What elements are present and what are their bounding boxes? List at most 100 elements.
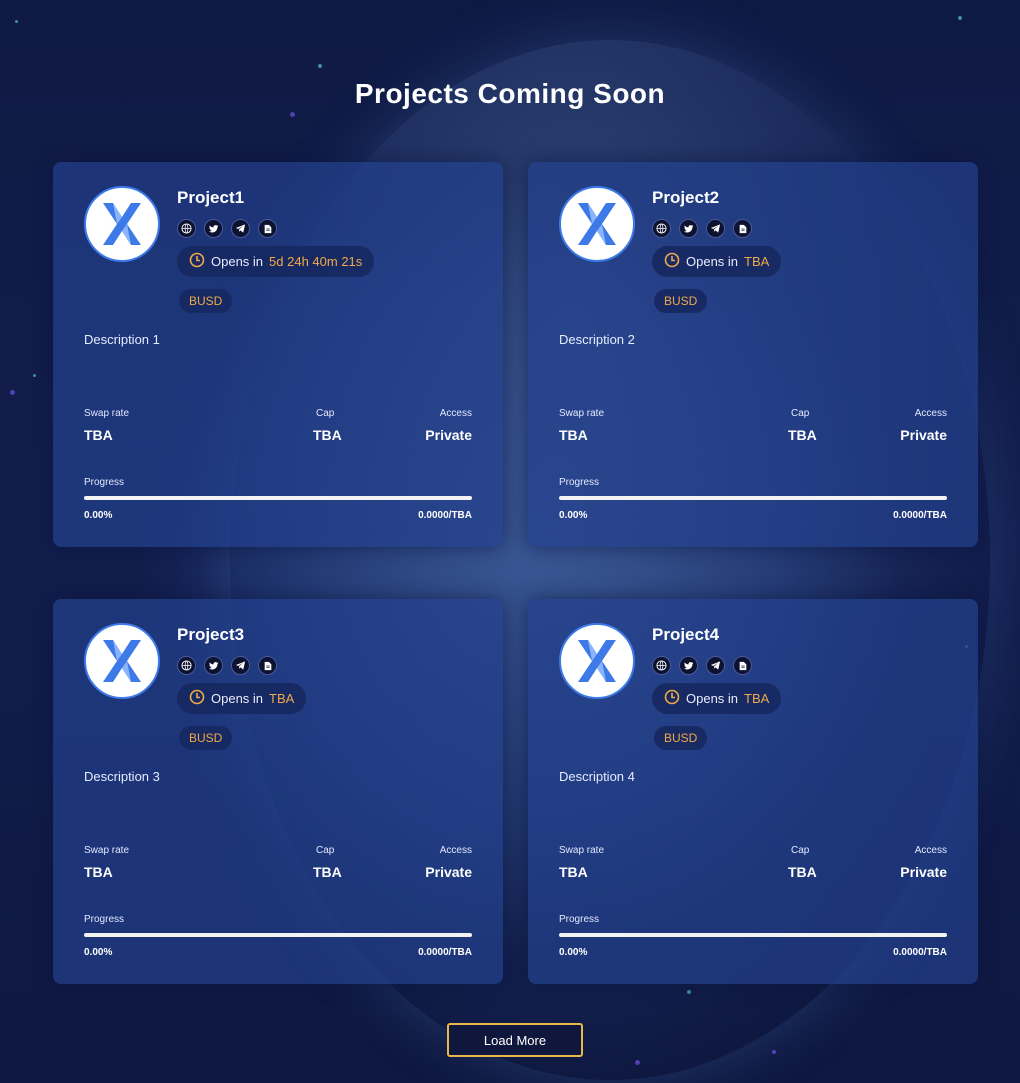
opens-value: TBA — [744, 254, 770, 269]
swap-rate-label: Swap rate — [559, 408, 605, 419]
clock-icon — [189, 689, 205, 708]
project-card[interactable]: Project2 Opens in TBA BUSD Description 2… — [528, 162, 978, 547]
access-value: Private — [425, 864, 472, 880]
access-value: Private — [425, 427, 472, 443]
star-decoration — [772, 1050, 776, 1054]
cap-label: Cap — [791, 845, 810, 856]
x-logo-icon — [84, 623, 160, 699]
clock-icon — [664, 689, 680, 708]
access-label: Access — [439, 845, 472, 856]
cap-value: TBA — [313, 864, 342, 880]
project-name[interactable]: Project3 — [177, 625, 244, 645]
project-card[interactable]: Project1 Opens in 5d 24h 40m 21s BUSD De… — [53, 162, 503, 547]
star-decoration — [33, 374, 36, 377]
telegram-icon[interactable] — [231, 656, 250, 675]
progress-amount: 0.0000/TBA — [418, 510, 472, 521]
document-icon[interactable] — [258, 219, 277, 238]
progress-label: Progress — [84, 477, 125, 488]
opens-pill: Opens in 5d 24h 40m 21s — [177, 246, 375, 277]
star-decoration — [635, 1060, 640, 1065]
cap-value: TBA — [788, 864, 817, 880]
globe-icon[interactable] — [652, 219, 671, 238]
progress-percent: 0.00% — [84, 510, 113, 521]
opens-pill: Opens in TBA — [652, 683, 782, 714]
project-name[interactable]: Project2 — [652, 188, 719, 208]
currency-badge: BUSD — [179, 726, 233, 750]
opens-pill: Opens in TBA — [652, 246, 782, 277]
document-icon[interactable] — [733, 219, 752, 238]
progress-label: Progress — [559, 914, 600, 925]
opens-value: TBA — [744, 691, 770, 706]
project-card[interactable]: Project4 Opens in TBA BUSD Description 4… — [528, 599, 978, 984]
progress-bar — [84, 496, 472, 500]
progress-bar — [84, 933, 472, 937]
swap-rate-label: Swap rate — [84, 845, 130, 856]
star-decoration — [15, 20, 18, 23]
opens-pill: Opens in TBA — [177, 683, 307, 714]
opens-label: Opens in — [686, 254, 739, 269]
star-decoration — [10, 390, 15, 395]
globe-icon[interactable] — [177, 656, 196, 675]
x-logo-icon — [84, 186, 160, 262]
globe-icon[interactable] — [177, 219, 196, 238]
document-icon[interactable] — [258, 656, 277, 675]
opens-label: Opens in — [686, 691, 739, 706]
progress-label: Progress — [84, 914, 125, 925]
access-value: Private — [900, 864, 947, 880]
swap-rate-value: TBA — [84, 427, 113, 443]
opens-value: TBA — [269, 691, 295, 706]
project-name[interactable]: Project1 — [177, 188, 244, 208]
swap-rate-value: TBA — [559, 864, 588, 880]
clock-icon — [664, 252, 680, 271]
star-decoration — [687, 990, 691, 994]
opens-label: Opens in — [211, 691, 264, 706]
twitter-icon[interactable] — [679, 656, 698, 675]
project-description: Description 3 — [84, 769, 160, 784]
social-links — [652, 656, 752, 675]
progress-amount: 0.0000/TBA — [418, 947, 472, 958]
x-logo-icon — [559, 623, 635, 699]
twitter-icon[interactable] — [204, 219, 223, 238]
cap-label: Cap — [316, 845, 335, 856]
social-links — [177, 656, 277, 675]
swap-rate-label: Swap rate — [84, 408, 130, 419]
clock-icon — [189, 252, 205, 271]
x-logo-icon — [559, 186, 635, 262]
globe-icon[interactable] — [652, 656, 671, 675]
progress-amount: 0.0000/TBA — [893, 947, 947, 958]
currency-badge: BUSD — [654, 289, 708, 313]
star-decoration — [290, 112, 295, 117]
page-title: Projects Coming Soon — [354, 78, 666, 109]
progress-bar — [559, 496, 947, 500]
cap-value: TBA — [788, 427, 817, 443]
twitter-icon[interactable] — [204, 656, 223, 675]
access-label: Access — [914, 845, 947, 856]
twitter-icon[interactable] — [679, 219, 698, 238]
swap-rate-value: TBA — [559, 427, 588, 443]
opens-value: 5d 24h 40m 21s — [269, 254, 363, 269]
telegram-icon[interactable] — [706, 219, 725, 238]
progress-percent: 0.00% — [84, 947, 113, 958]
telegram-icon[interactable] — [706, 656, 725, 675]
progress-amount: 0.0000/TBA — [893, 510, 947, 521]
access-value: Private — [900, 427, 947, 443]
swap-rate-value: TBA — [84, 864, 113, 880]
progress-percent: 0.00% — [559, 947, 588, 958]
project-description: Description 1 — [84, 332, 160, 347]
access-label: Access — [439, 408, 472, 419]
project-name[interactable]: Project4 — [652, 625, 719, 645]
social-links — [177, 219, 277, 238]
document-icon[interactable] — [733, 656, 752, 675]
progress-percent: 0.00% — [559, 510, 588, 521]
progress-label: Progress — [559, 477, 600, 488]
star-decoration — [318, 64, 322, 68]
project-card[interactable]: Project3 Opens in TBA BUSD Description 3… — [53, 599, 503, 984]
currency-badge: BUSD — [179, 289, 233, 313]
star-decoration — [958, 16, 962, 20]
swap-rate-label: Swap rate — [559, 845, 605, 856]
telegram-icon[interactable] — [231, 219, 250, 238]
project-description: Description 2 — [559, 332, 635, 347]
access-label: Access — [914, 408, 947, 419]
load-more-button[interactable]: Load More — [447, 1023, 583, 1057]
cap-label: Cap — [316, 408, 335, 419]
